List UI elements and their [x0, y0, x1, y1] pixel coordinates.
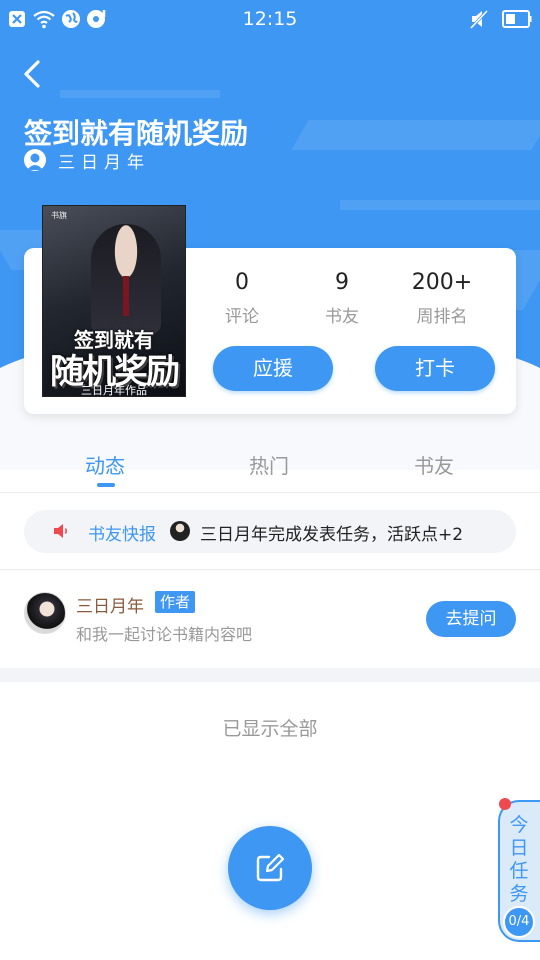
- notification-dot: [499, 798, 511, 810]
- news-label: 书友快报: [88, 525, 156, 545]
- stat-value: 0: [235, 270, 249, 295]
- tab-bar: 动态 热门 书友: [0, 440, 540, 492]
- cover-illustration-detail: [123, 276, 129, 316]
- divider: [0, 569, 540, 570]
- stat-comments[interactable]: 0 评论: [197, 268, 287, 327]
- author-row[interactable]: 三日月年: [24, 148, 150, 173]
- stat-readers[interactable]: 9 书友: [297, 268, 387, 327]
- header-decoration: [60, 90, 220, 98]
- cover-logo: 书旗: [51, 211, 67, 220]
- reader-news-bar[interactable]: 书友快报 三日月年完成发表任务，活跃点+2: [24, 510, 516, 553]
- daily-task-label: 今日任务: [509, 814, 529, 905]
- stat-label: 周排名: [416, 307, 468, 327]
- status-time: 12:15: [242, 8, 298, 30]
- battery-icon: [502, 10, 532, 28]
- section-separator: [0, 668, 540, 682]
- tab-hot[interactable]: 热门: [249, 450, 289, 479]
- author-name: 三日月年: [58, 152, 150, 173]
- divider: [0, 492, 540, 493]
- user-icon: [24, 149, 46, 171]
- daily-task-widget[interactable]: 今日任务 0/4: [498, 800, 540, 942]
- book-title: 签到就有随机奖励: [24, 117, 249, 150]
- support-button[interactable]: 应援: [213, 346, 333, 391]
- cover-author-line: 三日月年作品: [81, 384, 147, 397]
- stat-value: 9: [335, 270, 349, 295]
- header-decoration: [340, 200, 540, 210]
- stat-label: 书友: [325, 307, 359, 327]
- tab-activity[interactable]: 动态: [85, 450, 125, 479]
- speaker-icon: [54, 524, 67, 538]
- book-cover[interactable]: 书旗 签到就有 随机奖励 三日月年作品: [42, 205, 186, 397]
- post-description: 和我一起讨论书籍内容吧: [76, 625, 253, 644]
- tab-readers[interactable]: 书友: [414, 450, 454, 479]
- author-badge: 作者: [155, 591, 196, 613]
- stat-label: 评论: [225, 307, 259, 327]
- author-avatar[interactable]: [24, 592, 66, 634]
- post-author-name[interactable]: 三日月年: [76, 592, 144, 617]
- stat-weekly-rank[interactable]: 200+ 周排名: [397, 268, 487, 327]
- header-decoration: [291, 120, 540, 150]
- edit-icon: [256, 853, 285, 882]
- tab-active-indicator: [97, 483, 115, 487]
- status-bar: 12:15: [0, 0, 540, 40]
- checkin-button[interactable]: 打卡: [375, 346, 495, 391]
- stat-value: 200+: [411, 270, 473, 295]
- daily-task-progress: 0/4: [503, 906, 535, 938]
- back-button[interactable]: [14, 56, 50, 92]
- compose-button[interactable]: [228, 826, 312, 910]
- mute-icon: [469, 9, 489, 30]
- news-text: 三日月年完成发表任务，活跃点+2: [200, 525, 464, 545]
- ask-question-button[interactable]: 去提问: [426, 601, 516, 637]
- avatar: [170, 521, 190, 541]
- all-shown-text: 已显示全部: [222, 718, 318, 740]
